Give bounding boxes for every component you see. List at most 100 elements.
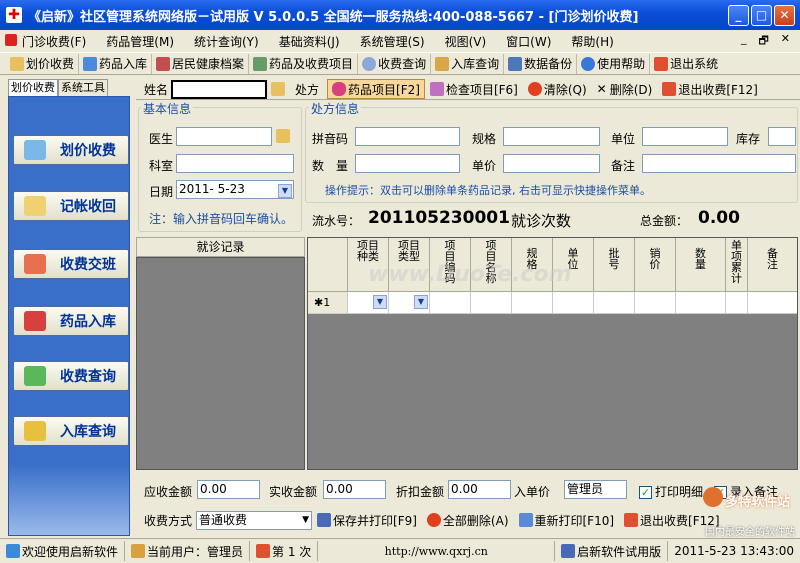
reprint-button[interactable]: 重新打印[F10]: [514, 510, 620, 530]
discount-amount-input[interactable]: 0.00: [448, 480, 511, 499]
folder-icon[interactable]: [276, 129, 290, 143]
nav-drug-in-button[interactable]: 药品入库: [13, 306, 129, 336]
grid-cell[interactable]: [553, 292, 594, 314]
grid-cell[interactable]: [635, 292, 676, 314]
due-amount-input[interactable]: 0.00: [197, 480, 260, 499]
visit-records-panel: 就诊记录: [136, 237, 305, 470]
exam-items-button[interactable]: 检查项目[F6]: [425, 79, 523, 99]
dept-input[interactable]: [176, 154, 294, 173]
toolbar-health-record[interactable]: 居民健康档案: [152, 53, 250, 74]
spec-input[interactable]: [503, 127, 600, 146]
menu-drugs[interactable]: 药品管理(M): [96, 33, 184, 50]
remark-input[interactable]: [642, 154, 796, 173]
nav-handover-button[interactable]: 收费交班: [13, 249, 129, 279]
clear-button[interactable]: 清除(Q): [523, 79, 592, 99]
stock-input[interactable]: [768, 127, 796, 146]
tab-tools[interactable]: 系统工具: [58, 79, 108, 96]
qty-input[interactable]: [355, 154, 460, 173]
toolbar-stock-query[interactable]: 入库查询: [431, 53, 505, 74]
paid-amount-input[interactable]: 0.00: [323, 480, 386, 499]
close-button[interactable]: ✕: [774, 4, 795, 26]
unit-input[interactable]: [642, 127, 728, 146]
exit-icon: [662, 82, 677, 96]
operation-hint: 操作提示：双击可以删除单条药品记录, 右击可显示快捷操作菜单。: [325, 184, 651, 197]
col-header[interactable]: 批号: [594, 238, 635, 292]
menu-basedata[interactable]: 基础资料(J): [269, 33, 350, 50]
mdi-close-button[interactable]: ✕: [781, 32, 790, 51]
toolbar-drug-items[interactable]: 药品及收费项目: [249, 53, 359, 74]
toolbar-exit[interactable]: 退出系统: [650, 54, 722, 74]
chevron-down-icon[interactable]: ▼: [414, 295, 428, 309]
grid-cell[interactable]: [430, 292, 471, 314]
doctor-input[interactable]: [176, 127, 272, 146]
grid-cell[interactable]: [726, 292, 748, 314]
menu-system[interactable]: 系统管理(S): [350, 33, 435, 50]
maximize-button[interactable]: □: [751, 4, 772, 26]
operator-input[interactable]: 管理员: [564, 480, 627, 499]
doctor-label: 医生: [149, 132, 174, 146]
delete-button[interactable]: ✕ 删除(D): [592, 79, 658, 99]
menu-window[interactable]: 窗口(W): [496, 33, 561, 50]
menu-bar: 门诊收费(F) 药品管理(M) 统计查询(Y) 基础资料(J) 系统管理(S) …: [0, 30, 800, 52]
folder-icon[interactable]: [271, 82, 286, 96]
row-marker: ✱1: [308, 292, 348, 314]
user-icon: [131, 544, 146, 558]
grid-cell[interactable]: [594, 292, 635, 314]
exit-charge-button[interactable]: 退出收费[F12]: [657, 79, 763, 99]
menu-help[interactable]: 帮助(H): [561, 33, 623, 50]
mdi-minimize-button[interactable]: _: [741, 32, 747, 51]
amounts-row: 应收金额 0.00 实收金额 0.00 折扣金额 0.00 入单价 管理员 ✓ 打…: [136, 479, 800, 501]
save-print-button[interactable]: 保存并打印[F9]: [312, 510, 422, 530]
patient-name-input[interactable]: [171, 79, 268, 99]
pay-method-select[interactable]: 普通收费 ▼: [196, 510, 313, 530]
toolbar-charge-query[interactable]: 收费查询: [358, 53, 432, 74]
grid-cell[interactable]: [471, 292, 512, 314]
visit-records-list[interactable]: [136, 257, 305, 470]
grid-cell[interactable]: [748, 292, 797, 314]
mdi-restore-button[interactable]: 🗗: [758, 32, 768, 51]
grid-cell[interactable]: ▼: [348, 292, 389, 314]
nav-recall-button[interactable]: 记帐收回: [13, 191, 129, 221]
nav-pricing-button[interactable]: 划价收费: [13, 135, 129, 165]
grid-cell[interactable]: [512, 292, 553, 314]
tab-pricing[interactable]: 划价收费: [8, 79, 58, 96]
total-amount: 0.00: [698, 208, 740, 228]
chevron-down-icon[interactable]: ▼: [302, 512, 309, 529]
actions-row: 收费方式 普通收费 ▼ 保存并打印[F9] 全部删除(A) 重新打印[F10] 退…: [136, 509, 800, 531]
remark-label: 备注: [611, 159, 636, 173]
delete-icon: [426, 513, 441, 527]
price-input[interactable]: [503, 154, 600, 173]
toolbar-drug-in[interactable]: 药品入库: [79, 53, 153, 74]
watermark: www.DuoTe.com: [368, 262, 572, 287]
drug-items-button[interactable]: 药品项目[F2]: [327, 79, 425, 99]
chevron-down-icon[interactable]: ▼: [278, 184, 292, 198]
nav-stock-query-button[interactable]: 入库查询: [13, 416, 129, 446]
print-detail-checkbox[interactable]: ✓ 打印明细: [639, 483, 703, 500]
app-menu-icon[interactable]: [5, 34, 17, 46]
left-tabs: 划价收费 系统工具: [8, 79, 128, 96]
counter-icon: [256, 544, 271, 558]
menu-view[interactable]: 视图(V): [435, 33, 497, 50]
checkmark-icon: ✓: [639, 486, 652, 499]
nav-charge-query-button[interactable]: 收费查询: [13, 361, 129, 391]
menu-stats[interactable]: 统计查询(Y): [184, 33, 269, 50]
status-user: 当前用户：管理员: [125, 541, 251, 561]
handover-icon: [24, 254, 46, 274]
chevron-down-icon[interactable]: ▼: [373, 295, 387, 309]
app-icon: ✚: [6, 7, 22, 23]
date-picker[interactable]: 2011- 5-23 ▼: [176, 180, 294, 199]
toolbar-help[interactable]: 使用帮助: [577, 53, 651, 74]
col-header[interactable]: 数量: [676, 238, 726, 292]
pay-method-label: 收费方式: [144, 513, 193, 528]
printer-icon: [518, 513, 533, 527]
pinyin-input[interactable]: [355, 127, 460, 146]
grid-cell[interactable]: [676, 292, 726, 314]
col-header[interactable]: 销价: [635, 238, 676, 292]
col-header[interactable]: 备注: [748, 238, 797, 292]
minimize-button[interactable]: _: [728, 4, 749, 26]
toolbar-pricing[interactable]: 划价收费: [6, 53, 80, 74]
delete-all-button[interactable]: 全部删除(A): [422, 510, 514, 530]
grid-cell[interactable]: ▼: [389, 292, 430, 314]
col-header[interactable]: 单项累计: [726, 238, 748, 292]
toolbar-backup[interactable]: 数据备份: [504, 53, 578, 74]
